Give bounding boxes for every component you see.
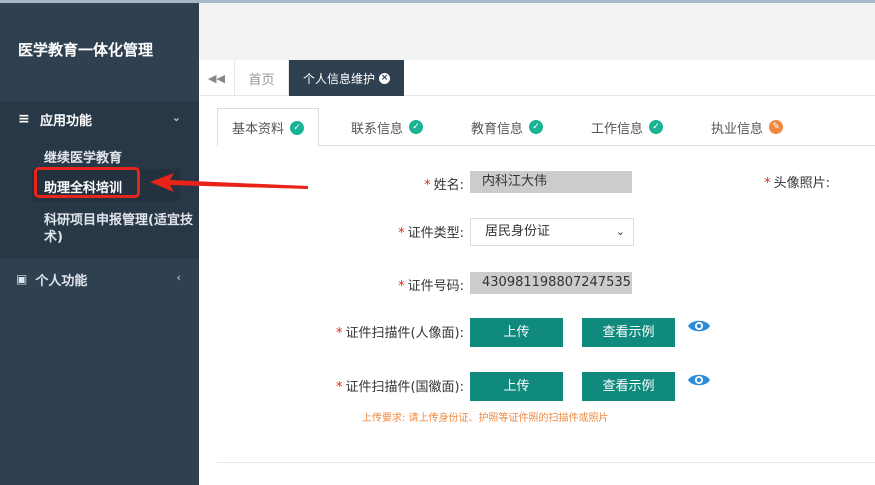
check-circle-icon: ✓ [409, 120, 423, 134]
menu-personal-functions[interactable]: ▣ 个人功能 ‹ [0, 261, 199, 297]
annotation-highlight-box [34, 167, 140, 198]
menu-app-functions[interactable]: ≡ 应用功能 ⌄ [0, 101, 199, 137]
id-type-select[interactable]: 居民身份证 ⌄ [470, 218, 634, 246]
upload-front-button[interactable]: 上传 [470, 318, 563, 347]
subtab-contact[interactable]: 联系信息 ✓ [337, 108, 437, 146]
divider [217, 462, 875, 463]
bars-icon: ≡ [18, 111, 30, 127]
check-circle-icon: ✓ [649, 120, 663, 134]
photo-label: * 头像照片: [764, 176, 830, 191]
view-sample-back-button[interactable]: 查看示例 [582, 372, 675, 401]
subtab-work-label: 工作信息 [590, 121, 643, 137]
submenu-item-research-cont[interactable]: 术) [44, 226, 63, 245]
tab-personal-info-label: 个人信息维护 [302, 71, 375, 86]
submenu-item-cme[interactable]: 继续医学教育 [44, 147, 122, 166]
tab-home[interactable]: 首页 [235, 60, 289, 96]
edit-circle-icon: ✎ [769, 120, 783, 134]
subtab-work[interactable]: 工作信息 ✓ [577, 108, 677, 146]
sidebar: 医学教育一体化管理 ≡ 应用功能 ⌄ 继续医学教育 助理全科培训 科研项目申报管… [0, 3, 199, 485]
upload-hint: 上传要求: 请上传身份证、护照等证件照的扫描件或照片 [362, 413, 609, 424]
chevron-down-icon: ⌄ [615, 225, 625, 238]
top-header [199, 3, 875, 60]
submenu-item-research[interactable]: 科研项目申报管理(适宜技 [44, 209, 193, 228]
check-circle-icon: ✓ [290, 120, 304, 135]
subtab-education[interactable]: 教育信息 ✓ [457, 108, 557, 146]
form-subtabs: 基本资料 ✓ 联系信息 ✓ 教育信息 ✓ 工作信息 ✓ 执业信息 ✎ [217, 108, 875, 147]
tab-scroll-left-button[interactable]: ◀◀ [199, 60, 235, 96]
subtab-basic-label: 基本资料 [231, 122, 284, 137]
chevron-down-icon: ⌄ [171, 111, 181, 124]
brand-title: 医学教育一体化管理 [18, 41, 154, 59]
chevron-left-icon: ‹ [176, 271, 181, 284]
name-field[interactable]: 内科江大伟 [470, 171, 632, 193]
name-label: * 姓名: [424, 178, 464, 193]
upload-back-button[interactable]: 上传 [470, 372, 563, 401]
eye-icon[interactable] [687, 318, 711, 334]
menu-personal-label: 个人功能 [35, 273, 88, 289]
id-number-field[interactable]: 430981198807247535 [470, 272, 632, 294]
eye-icon[interactable] [687, 372, 711, 388]
id-number-label: * 证件号码: [398, 279, 464, 294]
submenu: 继续医学教育 助理全科培训 科研项目申报管理(适宜技 术) [0, 137, 199, 259]
tab-bar: ◀◀ 首页 个人信息维护 × [199, 60, 875, 96]
id-card-icon: ▣ [16, 272, 28, 286]
id-type-value: 居民身份证 [485, 224, 551, 239]
tab-personal-info[interactable]: 个人信息维护 × [289, 60, 404, 96]
annotation-arrow [150, 173, 308, 192]
subtab-practice-label: 执业信息 [710, 121, 763, 137]
id-type-label: * 证件类型: [398, 226, 464, 241]
subtab-practice[interactable]: 执业信息 ✎ [697, 108, 797, 146]
view-sample-front-button[interactable]: 查看示例 [582, 318, 675, 347]
scan-front-label: * 证件扫描件(人像面): [335, 326, 464, 341]
subtab-education-label: 教育信息 [470, 121, 523, 137]
menu-app-label: 应用功能 [40, 113, 93, 129]
close-icon[interactable]: × [379, 72, 390, 84]
subtab-contact-label: 联系信息 [350, 121, 403, 137]
subtab-basic[interactable]: 基本资料 ✓ [217, 108, 319, 147]
check-circle-icon: ✓ [529, 120, 543, 134]
scan-back-label: * 证件扫描件(国徽面): [335, 380, 464, 395]
